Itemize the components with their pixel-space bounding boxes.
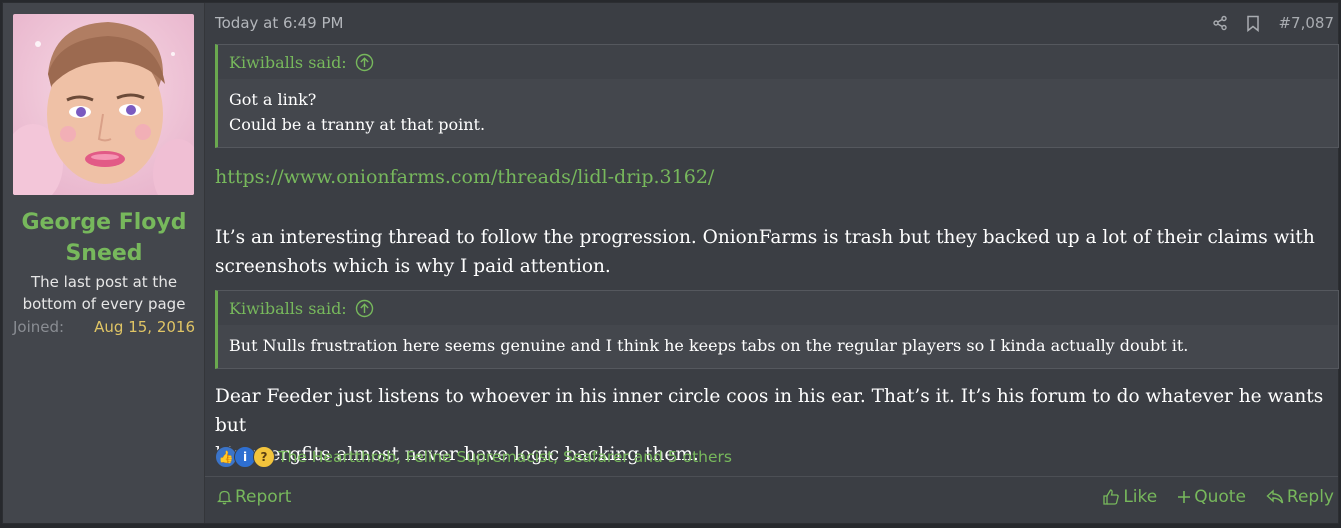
arrow-up-circle-icon[interactable] xyxy=(355,53,374,72)
post-paragraph-1: It’s an interesting thread to follow the… xyxy=(215,223,1335,281)
post-actions: Like Quote Reply xyxy=(1082,487,1334,507)
reaction-icons[interactable]: 👍 i ? xyxy=(215,446,275,468)
username[interactable]: George Floyd Sneed xyxy=(13,207,195,269)
post-header-actions: #7,087 xyxy=(1194,14,1334,32)
share-icon[interactable] xyxy=(1212,15,1228,31)
quote-author-text[interactable]: Kiwiballs said: xyxy=(229,299,347,318)
quote-line: Got a link? xyxy=(229,90,317,109)
report-button[interactable]: Report xyxy=(217,487,291,507)
post-link[interactable]: https://www.onionfarms.com/threads/lidl-… xyxy=(215,166,714,188)
quote-body: Got a link? Could be a tranny at that po… xyxy=(218,79,1338,147)
like-label[interactable]: Like xyxy=(1123,487,1157,507)
paragraph-line: Dear Feeder just listens to whoever in h… xyxy=(215,386,1324,436)
quote-author[interactable]: Kiwiballs said: xyxy=(218,45,1338,79)
quote-body: But Nulls frustration here seems genuine… xyxy=(218,325,1338,368)
post-container: George Floyd Sneed The last post at the … xyxy=(2,2,1339,524)
bell-icon xyxy=(217,490,232,505)
joined-date: Aug 15, 2016 xyxy=(94,318,195,336)
joined-row: Joined: Aug 15, 2016 xyxy=(13,318,195,336)
arrow-up-circle-icon[interactable] xyxy=(355,299,374,318)
post-number[interactable]: #7,087 xyxy=(1278,14,1334,32)
reply-label[interactable]: Reply xyxy=(1287,487,1334,507)
quote-line: Could be a tranny at that point. xyxy=(229,115,486,134)
user-avatar[interactable] xyxy=(13,14,194,195)
paragraph-line: screenshots which is why I paid attentio… xyxy=(215,256,611,277)
like-button[interactable]: Like xyxy=(1102,487,1157,507)
plus-icon xyxy=(1178,491,1191,503)
quote-author[interactable]: Kiwiballs said: xyxy=(218,291,1338,325)
quote-block-1: Kiwiballs said: Got a link? Could be a t… xyxy=(215,44,1339,148)
reactions-bar[interactable]: 👍 i ? The Heartthrob, Feline Supremacist… xyxy=(215,446,732,468)
reply-icon xyxy=(1266,489,1284,504)
report-label[interactable]: Report xyxy=(235,487,291,507)
user-title: The last post at the bottom of every pag… xyxy=(13,271,195,315)
post-footer: Report Like Quote Reply xyxy=(205,476,1338,523)
thumbs-up-icon xyxy=(1103,489,1120,505)
post-main: Today at 6:49 PM #7,087 Kiwiballs said: … xyxy=(205,3,1339,523)
quote-label[interactable]: Quote xyxy=(1194,487,1246,507)
username-line-2[interactable]: Sneed xyxy=(13,238,195,269)
quote-button[interactable]: Quote xyxy=(1177,487,1246,507)
user-title-line-2: bottom of every page xyxy=(22,295,186,313)
bookmark-icon[interactable] xyxy=(1246,15,1260,32)
reactions-list[interactable]: The Heartthrob, Feline Supremacist, Seaf… xyxy=(278,448,732,466)
thinking-reaction-icon[interactable]: ? xyxy=(253,446,275,468)
username-line-1[interactable]: George Floyd xyxy=(13,207,195,238)
user-title-line-1: The last post at the xyxy=(30,273,178,291)
quote-author-text[interactable]: Kiwiballs said: xyxy=(229,53,347,72)
reply-button[interactable]: Reply xyxy=(1266,487,1334,507)
post-date[interactable]: Today at 6:49 PM xyxy=(215,14,343,32)
quote-block-2: Kiwiballs said: But Nulls frustration he… xyxy=(215,290,1339,369)
paragraph-line: It’s an interesting thread to follow the… xyxy=(215,227,1315,248)
post-header: Today at 6:49 PM #7,087 xyxy=(215,14,1338,36)
user-info-panel: George Floyd Sneed The last post at the … xyxy=(3,3,205,523)
joined-label: Joined: xyxy=(13,318,65,336)
quote-line: But Nulls frustration here seems genuine… xyxy=(229,336,1189,355)
